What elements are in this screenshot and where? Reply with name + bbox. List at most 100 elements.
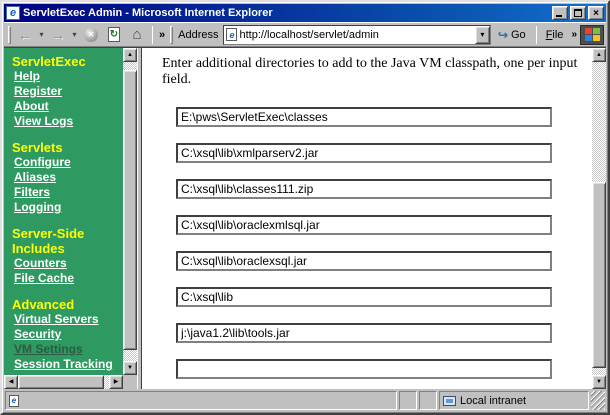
window-title: ServletExec Admin - Microsoft Internet E… [23,7,549,19]
sidebar-horizontal-scrollbar[interactable]: ◀ ▶ [4,375,123,389]
status-bar: e Local intranet [4,389,606,411]
sidebar-item-about[interactable]: About [14,99,121,114]
scrollbar-thumb[interactable] [123,70,137,350]
title-bar: e ServletExec Admin - Microsoft Internet… [4,4,606,22]
forward-dropdown[interactable]: ▾ [70,30,79,39]
sidebar-frame: ServletExec Help Register About View Log… [4,48,137,389]
sidebar-item-configure[interactable]: Configure [14,155,121,170]
classpath-input-5[interactable] [176,251,552,271]
page-icon: e [226,28,237,41]
menu-file[interactable]: File [541,29,569,41]
logo-blue-square [585,35,592,41]
scrollbar-corner [123,375,137,389]
instruction-text: Enter additional directories to add to t… [162,56,592,88]
address-bar: e ▾ [223,25,490,45]
intranet-zone-icon [443,396,456,406]
toolbar-separator [152,26,153,44]
address-input[interactable] [239,28,472,42]
logo-green-square [593,28,600,34]
refresh-button[interactable]: ↻ [103,25,125,45]
nav-section-server-side-includes: Server-Side Includes Counters File Cache [12,226,121,286]
go-icon: ↪ [498,28,508,42]
scrollbar-track[interactable] [18,375,109,389]
section-title: Servlets [12,140,121,155]
logo-red-square [585,28,592,34]
address-dropdown-button[interactable]: ▾ [475,26,490,44]
classpath-input-8[interactable] [176,359,552,379]
sidebar-item-help[interactable]: Help [14,69,121,84]
refresh-icon: ↻ [108,27,120,42]
sidebar-item-vm-settings[interactable]: VM Settings [14,342,121,357]
security-zone-pane: Local intranet [439,391,589,410]
sidebar-item-session-tracking[interactable]: Session Tracking [14,357,121,372]
minimize-button[interactable] [552,6,568,20]
scroll-left-button[interactable]: ◀ [4,375,18,389]
sidebar-item-filters[interactable]: Filters [14,185,121,200]
zone-label: Local intranet [460,395,526,407]
scroll-down-button[interactable]: ▼ [123,361,137,375]
minimize-icon [556,15,562,17]
sidebar-item-logging[interactable]: Logging [14,200,121,215]
menu-overflow-chevron[interactable]: » [569,29,579,40]
stop-button[interactable]: ✕ [80,25,102,45]
maximize-icon [574,9,582,17]
close-button[interactable]: × [588,6,604,20]
logo-yellow-square [593,35,600,41]
nav-section-advanced: Advanced Virtual Servers Security VM Set… [12,297,121,372]
section-title: ServletExec [12,54,121,69]
status-main-pane: e [5,391,397,410]
classpath-input-4[interactable] [176,215,552,235]
sidebar-item-register[interactable]: Register [14,84,121,99]
stop-icon: ✕ [84,28,98,42]
resize-grip[interactable] [591,391,605,410]
sidebar-item-counters[interactable]: Counters [14,256,121,271]
go-label: Go [511,29,526,41]
menu-separator [536,26,537,44]
classpath-input-3[interactable] [176,179,552,199]
nav-section-servlets: Servlets Configure Aliases Filters Loggi… [12,140,121,215]
scrollbar-track[interactable] [123,62,137,361]
scrollbar-thumb[interactable] [18,375,104,389]
address-bar-grip[interactable] [170,26,173,44]
windows-logo-throbber [580,25,604,45]
classpath-input-2[interactable] [176,143,552,163]
browser-window: e ServletExec Admin - Microsoft Internet… [0,0,610,415]
sidebar-item-virtual-servers[interactable]: Virtual Servers [14,312,121,327]
vm-settings-form: Enter additional directories to add to t… [142,48,592,389]
maximize-button[interactable] [570,6,586,20]
classpath-input-6[interactable] [176,287,552,307]
main-vertical-scrollbar[interactable]: ▲ ▼ [592,48,606,389]
go-button[interactable]: ↪ Go [492,25,532,45]
nav-section-servletexec: ServletExec Help Register About View Log… [12,54,121,129]
sidebar-nav: ServletExec Help Register About View Log… [4,48,123,375]
ie-logo-glyph: e [10,8,16,19]
toolbar-overflow-chevron[interactable]: » [157,29,167,41]
sidebar-item-aliases[interactable]: Aliases [14,170,121,185]
classpath-input-1[interactable] [176,107,552,127]
main-frame: Enter additional directories to add to t… [142,48,606,389]
sidebar-item-file-cache[interactable]: File Cache [14,271,121,286]
sidebar-vertical-scrollbar[interactable]: ▲ ▼ [123,48,137,375]
document-icon: e [9,395,19,407]
sidebar-item-view-logs[interactable]: View Logs [14,114,121,129]
forward-icon: → [51,28,65,42]
back-button[interactable]: ← [14,25,36,45]
ie-logo-icon[interactable]: e [6,6,20,20]
scroll-up-button[interactable]: ▲ [592,48,606,62]
back-dropdown[interactable]: ▾ [37,30,46,39]
classpath-input-7[interactable] [176,323,552,343]
scrollbar-track[interactable] [592,62,606,375]
scroll-right-button[interactable]: ▶ [109,375,123,389]
scroll-down-button[interactable]: ▼ [592,375,606,389]
scroll-up-button[interactable]: ▲ [123,48,137,62]
status-pane-2 [419,391,437,410]
sidebar-item-security[interactable]: Security [14,327,121,342]
toolbar-grip[interactable] [8,26,11,44]
window-controls: × [552,6,604,20]
home-button[interactable]: ⌂ [126,25,148,45]
home-icon: ⌂ [132,27,141,42]
address-label: Address [176,29,222,41]
forward-button[interactable]: → [47,25,69,45]
toolbar: ← ▾ → ▾ ✕ ↻ ⌂ » Address e ▾ ↪ Go File » [4,22,606,47]
scrollbar-thumb[interactable] [592,182,606,368]
